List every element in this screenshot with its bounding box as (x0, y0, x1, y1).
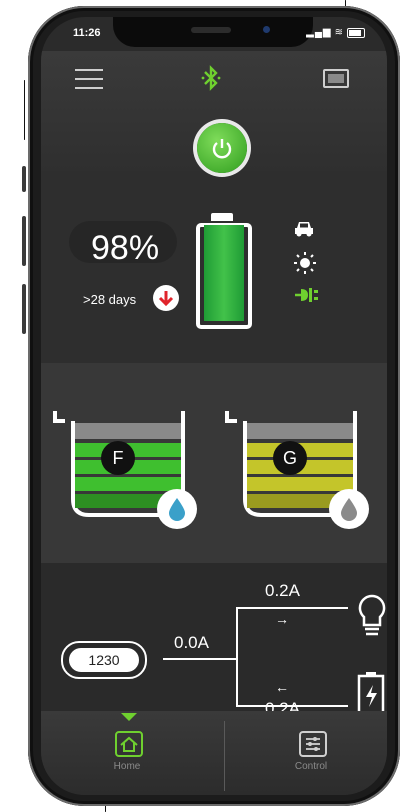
arrow-left-icon: ← (275, 679, 289, 695)
status-bar: 11:26 ▂▄▆ ≋ (41, 17, 387, 51)
wifi-icon: ≋ (334, 27, 344, 38)
status-time: 11:26 (73, 27, 101, 39)
tab-home-label: Home (113, 761, 141, 772)
water-drop-icon (329, 489, 369, 529)
sliders-icon (299, 731, 327, 757)
arrow-right-icon: → (275, 611, 289, 627)
battery-fill (204, 224, 244, 321)
battery-cap (211, 213, 233, 221)
power-icon (212, 139, 232, 159)
volume-up-button (22, 216, 26, 266)
tank-grey[interactable]: G (221, 411, 369, 529)
tank-label: F (101, 441, 135, 475)
menu-icon[interactable] (75, 69, 103, 89)
input-current: 0.0A (174, 633, 209, 652)
branch-top-current: 0.2A (265, 581, 300, 600)
battery-percent: 98% (91, 229, 160, 267)
monitor-icon[interactable] (323, 69, 349, 88)
signal-icon: ▂▄▆ (306, 27, 332, 38)
flow-line (236, 607, 348, 609)
app-screen: 11:26 ▂▄▆ ≋ 98% >28 days F G 1230 0.0A 0… (41, 17, 387, 795)
remaining-time: >28 days (83, 292, 137, 307)
status-icons: ▂▄▆ ≋ (306, 27, 365, 38)
plug-icon (293, 285, 318, 307)
tab-control[interactable]: Control (225, 711, 387, 795)
car-icon (293, 219, 317, 241)
display-unit: 1230 (61, 641, 147, 679)
water-drop-icon (157, 489, 197, 529)
battery-gauge (196, 223, 252, 329)
tab-bar: Home Control (41, 711, 387, 795)
tanks-panel: F G (41, 363, 387, 563)
battery-status-icon (347, 27, 365, 38)
home-icon (115, 731, 143, 757)
volume-down-button (22, 284, 26, 334)
flow-line (163, 658, 237, 660)
lightbulb-icon (357, 593, 387, 646)
flow-line (236, 607, 238, 707)
tab-home[interactable]: Home (41, 711, 213, 795)
power-flow-panel: 1230 0.0A 0.2A → ← 0.2A (41, 563, 387, 718)
tank-fresh[interactable]: F (49, 411, 197, 529)
bluetooth-icon[interactable] (201, 65, 221, 97)
app-header (41, 51, 387, 173)
battery-panel: 98% >28 days (41, 171, 387, 363)
tank-label: G (273, 441, 307, 475)
arrow-down-icon (153, 285, 179, 311)
power-button[interactable] (197, 123, 247, 173)
device-frame-line (24, 80, 25, 140)
display-value: 1230 (69, 648, 139, 672)
sun-icon (293, 251, 317, 274)
tab-control-label: Control (294, 761, 328, 772)
mute-switch (22, 166, 26, 192)
